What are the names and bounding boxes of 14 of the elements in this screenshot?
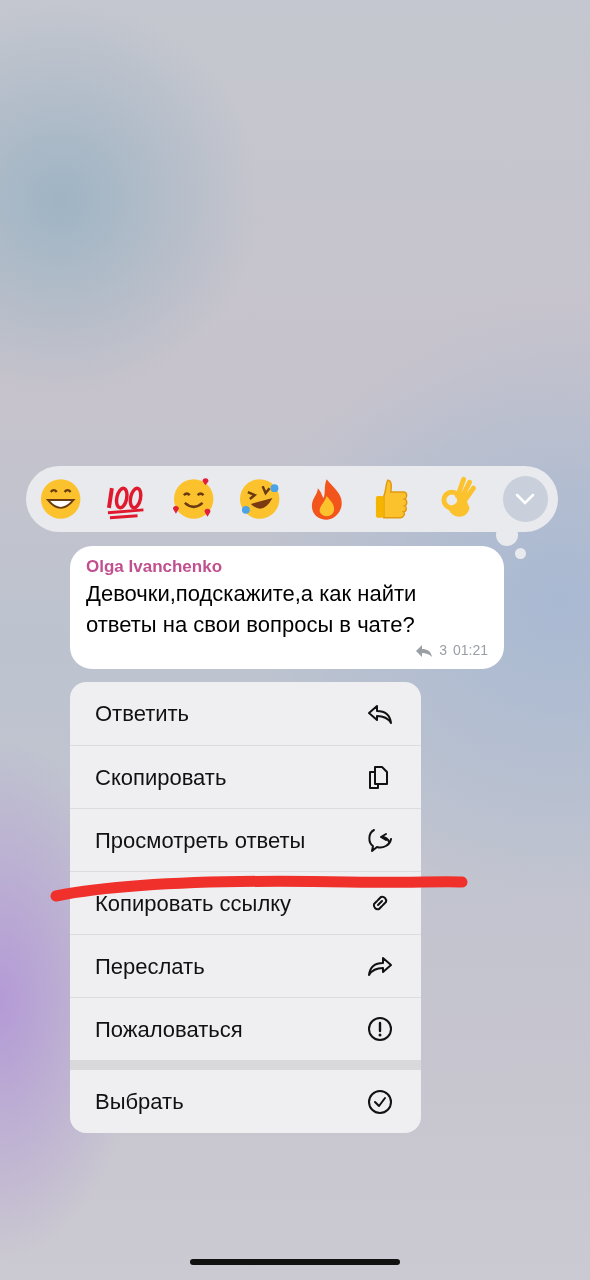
- author-name: Olga Ivanchenko: [86, 556, 224, 578]
- expand-button[interactable]: [502, 476, 548, 522]
- message-time: 01:21: [452, 641, 488, 660]
- warning-icon: [365, 1014, 395, 1044]
- chevron-down-icon: [515, 493, 536, 505]
- menu-item[interactable]: Переслать: [70, 934, 421, 997]
- menu-item[interactable]: Скопировать: [70, 745, 421, 808]
- reply-icon: [415, 643, 434, 658]
- message-text: Девочки,подскажите,а как найти ответы на свои вопросы в чате?: [86, 580, 418, 639]
- menu-item[interactable]: Ответить: [70, 682, 421, 745]
- menu-item[interactable]: Копировать ссылку: [70, 871, 421, 934]
- menu-item[interactable]: Просмотреть ответы: [70, 808, 421, 871]
- reply-count: 3: [439, 641, 447, 660]
- menu-item[interactable]: Выбрать: [70, 1070, 421, 1133]
